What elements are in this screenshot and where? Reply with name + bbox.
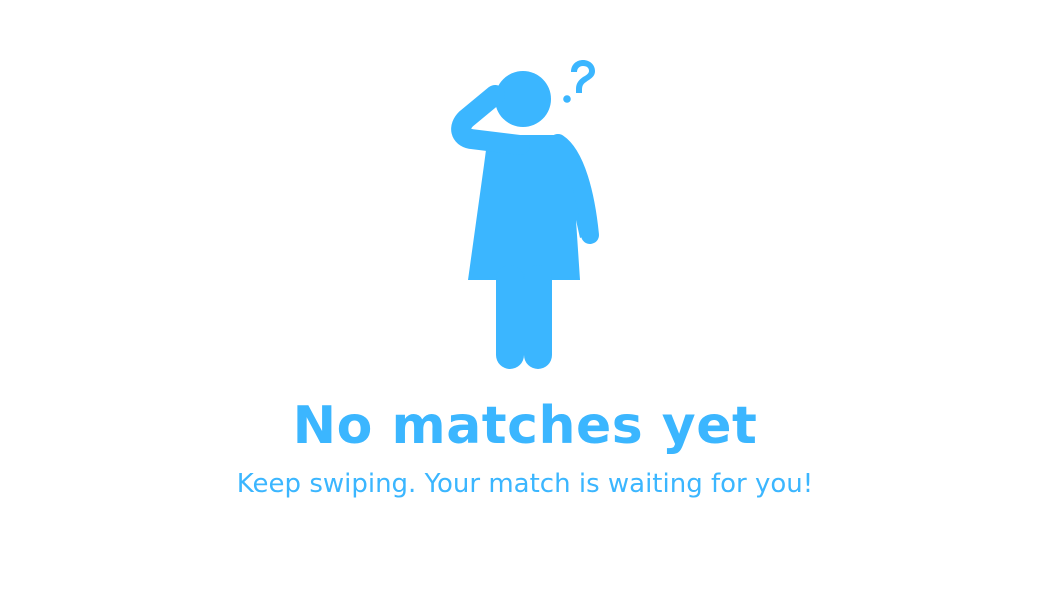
empty-state-title: No matches yet	[292, 396, 758, 456]
empty-state-message: Keep swiping. Your match is waiting for …	[236, 469, 814, 499]
empty-state-screen: No matches yet Keep swiping. Your match …	[0, 0, 1050, 600]
confused-woman-icon	[451, 60, 599, 369]
